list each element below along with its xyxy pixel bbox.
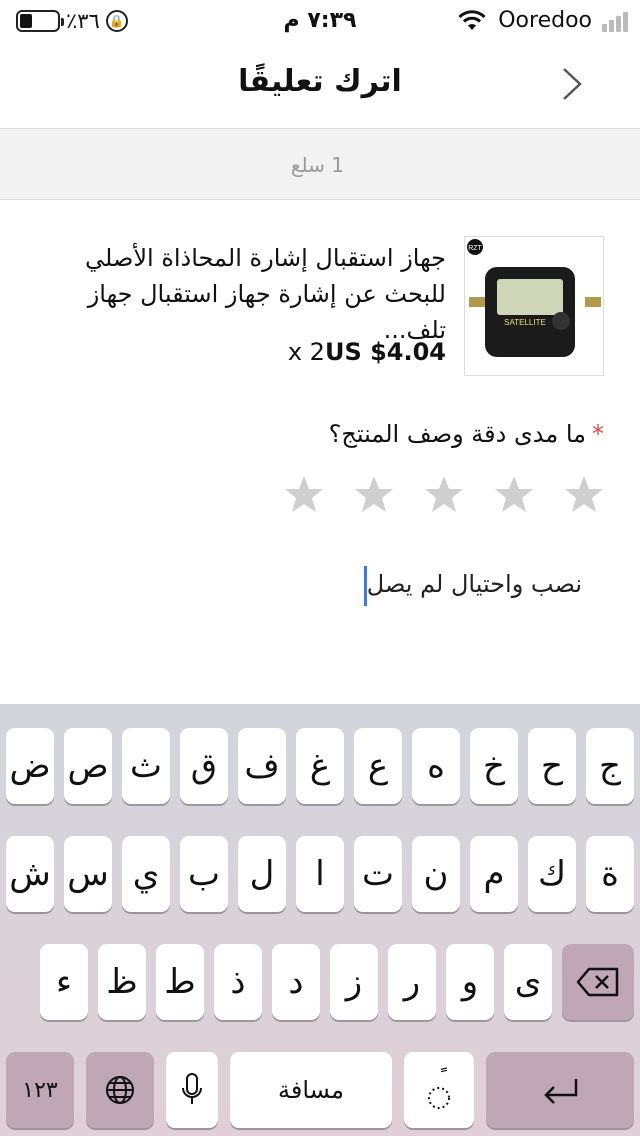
key-letter[interactable]: ت <box>354 836 402 912</box>
product-quantity: x 2 <box>287 338 325 366</box>
product-badge: RZT <box>468 245 482 252</box>
key-letter[interactable]: ش <box>6 836 54 912</box>
star-icon[interactable] <box>424 474 464 514</box>
star-icon[interactable] <box>564 474 604 514</box>
rating-question-text: ما مدى دقة وصف المنتج؟ <box>328 420 586 448</box>
key-letter[interactable]: خ <box>470 728 518 804</box>
key-letter[interactable]: ج <box>586 728 634 804</box>
page-title: اترك تعليقًا <box>238 64 402 99</box>
key-letter[interactable]: ي <box>122 836 170 912</box>
status-right: Ooredoo <box>456 8 628 33</box>
backspace-icon <box>576 967 619 997</box>
product-price-row: x 2US $4.04 <box>288 338 446 366</box>
numbers-key[interactable]: ١٢٣ <box>6 1052 74 1128</box>
required-mark: * <box>592 420 604 448</box>
dictation-key[interactable] <box>166 1052 218 1128</box>
star-icon[interactable] <box>284 474 324 514</box>
globe-icon <box>106 1076 134 1104</box>
product-title[interactable]: جهاز استقبال إشارة المحاذاة الأصلي للبحث… <box>26 240 446 348</box>
status-bar: ٪٣٦ 🔒 ٧:٣٩ م Ooredoo <box>0 0 640 40</box>
order-strip: 1 سلع <box>0 128 640 200</box>
wifi-icon <box>458 9 486 30</box>
space-key[interactable]: مسافة <box>230 1052 392 1128</box>
key-letter[interactable]: ه <box>412 728 460 804</box>
key-letter[interactable]: ط <box>156 944 204 1020</box>
key-letter[interactable]: م <box>470 836 518 912</box>
key-letter[interactable]: ظ <box>98 944 146 1020</box>
key-letter[interactable]: ء <box>40 944 88 1020</box>
key-letter[interactable]: ث <box>122 728 170 804</box>
satellite-finder-image: RZT SATELLITE <box>467 239 601 357</box>
diacritics-key[interactable]: ًً <box>404 1052 474 1128</box>
product-image[interactable]: RZT SATELLITE <box>464 236 604 376</box>
nav-bar: اترك تعليقًا <box>0 40 640 128</box>
key-letter[interactable]: ى <box>504 944 552 1020</box>
carrier-name: Ooredoo <box>498 8 592 33</box>
key-letter[interactable]: ص <box>64 728 112 804</box>
backspace-key[interactable] <box>562 944 634 1020</box>
key-letter[interactable]: ذ <box>214 944 262 1020</box>
dotted-circle-icon <box>428 1087 450 1109</box>
star-icon[interactable] <box>494 474 534 514</box>
key-letter[interactable]: ة <box>586 836 634 912</box>
comment-input[interactable]: نصب واحتيال لم يصل <box>367 570 588 598</box>
star-icon[interactable] <box>354 474 394 514</box>
signal-icon <box>602 10 628 32</box>
key-letter[interactable]: ض <box>6 728 54 804</box>
key-letter[interactable]: س <box>64 836 112 912</box>
product-thumb-label: SATELLITE <box>504 318 546 327</box>
product-price: US $4.04 <box>324 338 446 366</box>
key-letter[interactable]: ب <box>180 836 228 912</box>
key-letter[interactable]: ح <box>528 728 576 804</box>
key-letter[interactable]: ل <box>238 836 286 912</box>
text-caret <box>364 566 367 606</box>
keyboard: جحخهعغفقثصض ةكمنتالبيسش ىورزدذطظء ١٢٣ مساف… <box>0 704 640 1136</box>
globe-key[interactable] <box>86 1052 154 1128</box>
key-letter[interactable]: غ <box>296 728 344 804</box>
key-letter[interactable]: ق <box>180 728 228 804</box>
key-letter[interactable]: ز <box>330 944 378 1020</box>
item-count: 1 سلع <box>290 153 344 177</box>
star-rating[interactable] <box>284 474 604 514</box>
key-letter[interactable]: ف <box>238 728 286 804</box>
key-letter[interactable]: ك <box>528 836 576 912</box>
return-arrow-icon <box>544 1079 578 1104</box>
key-letter[interactable]: ن <box>412 836 460 912</box>
key-letter[interactable]: ا <box>296 836 344 912</box>
key-letter[interactable]: د <box>272 944 320 1020</box>
key-letter[interactable]: ع <box>354 728 402 804</box>
return-key[interactable] <box>486 1052 634 1128</box>
key-letter[interactable]: ر <box>388 944 436 1020</box>
rating-question: *ما مدى دقة وصف المنتج؟ <box>329 420 604 448</box>
microphone-icon <box>182 1073 202 1104</box>
key-letter[interactable]: و <box>446 944 494 1020</box>
back-chevron-icon[interactable] <box>554 66 590 102</box>
